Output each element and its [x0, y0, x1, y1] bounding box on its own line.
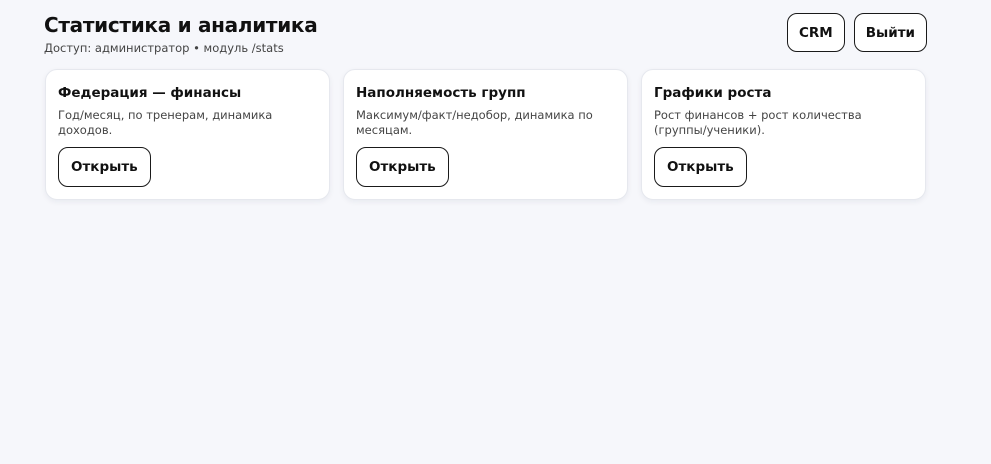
card-description: Рост финансов + рост количества (группы/…	[654, 108, 862, 137]
card-title: Наполняемость групп	[356, 85, 526, 101]
card-description: Максимум/факт/недобор, динамика по месяц…	[356, 108, 593, 137]
card-title: Графики роста	[654, 85, 772, 101]
page-title: Статистика и аналитика	[44, 13, 318, 37]
module-cards: Федерация — финансы Год/месяц, по тренер…	[45, 69, 926, 200]
page-header: Статистика и аналитика Доступ: администр…	[44, 12, 318, 55]
card-description: Год/месяц, по тренерам, динамика доходов…	[58, 108, 273, 137]
crm-button[interactable]: CRM	[787, 13, 845, 52]
open-growth-charts-button[interactable]: Открыть	[654, 147, 747, 187]
logout-button[interactable]: Выйти	[853, 13, 927, 52]
page-subtitle: Доступ: администратор • модуль /stats	[44, 41, 284, 55]
open-federation-finance-button[interactable]: Открыть	[58, 147, 151, 187]
card-federation-finance: Федерация — финансы Год/месяц, по тренер…	[45, 69, 330, 200]
header-actions: CRM Выйти	[787, 13, 927, 52]
open-group-occupancy-button[interactable]: Открыть	[356, 147, 449, 187]
card-title: Федерация — финансы	[58, 85, 242, 101]
stats-page: Статистика и аналитика Доступ: администр…	[0, 0, 991, 464]
card-growth-charts: Графики роста Рост финансов + рост колич…	[641, 69, 926, 200]
card-group-occupancy: Наполняемость групп Максимум/факт/недобо…	[343, 69, 628, 200]
